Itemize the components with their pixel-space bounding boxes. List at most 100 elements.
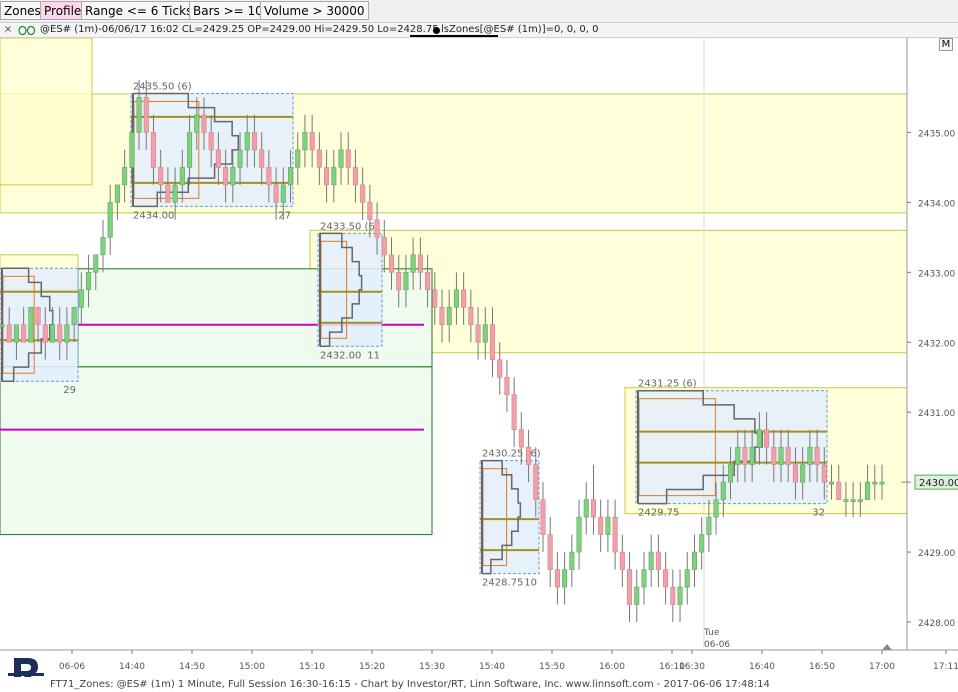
time-tick-label: 15:20 xyxy=(359,662,385,672)
candle-body xyxy=(165,184,171,203)
zones-button[interactable]: Zones xyxy=(0,1,45,20)
candle-body xyxy=(266,167,272,186)
bars-filter-button[interactable]: Bars >= 10 xyxy=(189,1,267,20)
candle-body xyxy=(280,184,286,203)
candle-body xyxy=(259,149,265,168)
candle-body xyxy=(223,167,229,186)
time-tick-label: 15:40 xyxy=(479,662,505,672)
chart-menu-button[interactable]: M xyxy=(939,38,953,51)
candle-body xyxy=(655,551,661,570)
candle xyxy=(670,569,676,623)
candle-body xyxy=(583,499,589,518)
candle-body xyxy=(244,132,250,151)
candle-body xyxy=(843,499,849,502)
candle-body xyxy=(417,254,423,273)
candle-body xyxy=(13,324,19,343)
profile-low-label: 2432.00 xyxy=(320,350,361,361)
candle xyxy=(562,552,568,605)
candle-body xyxy=(598,516,604,535)
candle-body xyxy=(699,534,705,553)
candle xyxy=(648,534,654,588)
toolbar: Zones Profile Range <= 6 Ticks Bars >= 1… xyxy=(0,0,958,22)
candle-body xyxy=(706,516,712,535)
candle-body xyxy=(208,132,214,151)
candle-body xyxy=(425,272,431,291)
candle-body xyxy=(792,464,798,483)
close-icon[interactable]: × xyxy=(3,23,13,37)
candle-body xyxy=(309,132,315,151)
candle xyxy=(598,499,604,553)
profile-low-label: 2428.75 xyxy=(482,578,523,589)
candle-body xyxy=(590,499,597,518)
candle-body xyxy=(381,237,387,256)
candle-body xyxy=(461,289,467,308)
candle-body xyxy=(619,551,625,570)
candle-body xyxy=(612,516,618,553)
candle-body xyxy=(727,464,734,483)
price-tick-label: 2433.00 xyxy=(918,269,955,279)
candle-body xyxy=(215,149,221,168)
candle-body xyxy=(475,324,481,343)
profile-high-label: 2435.50 (6) xyxy=(133,81,192,92)
candle-body xyxy=(35,306,41,326)
last-price-label: 2430.00 xyxy=(919,478,958,489)
candle-body xyxy=(410,254,416,273)
chart-info-bar: × @ES# (1m)-06/06/17 16:02 CL=2429.25 OP… xyxy=(0,22,958,38)
zone-yellow xyxy=(0,38,93,186)
candle xyxy=(663,552,669,605)
candle-body xyxy=(179,167,185,186)
volume-filter-button[interactable]: Volume > 30000 xyxy=(260,1,369,20)
candle-body xyxy=(187,132,193,168)
candle xyxy=(28,306,34,343)
candle-body xyxy=(439,306,445,326)
candle xyxy=(504,359,510,413)
candle-body xyxy=(554,569,560,588)
day-marker-label: 06-06 xyxy=(704,640,730,650)
candle xyxy=(684,552,690,605)
price-chart[interactable]: 2435.50 (6)2434.00 272433.50 (6)2432.00 11… xyxy=(0,38,958,677)
candle-body xyxy=(771,446,777,465)
candle-body xyxy=(764,429,770,448)
candle-body xyxy=(114,184,120,203)
indicator-dot-icon xyxy=(433,27,440,34)
candle xyxy=(590,464,597,535)
price-tick-label: 2432.00 xyxy=(918,339,955,349)
price-tick-label: 2429.00 xyxy=(918,549,955,559)
time-tick-label: 15:10 xyxy=(299,662,325,672)
candle-body xyxy=(497,359,503,378)
candle-body xyxy=(338,149,344,168)
candle-body xyxy=(396,272,402,291)
candle-body xyxy=(648,551,654,570)
candle-body xyxy=(828,481,835,485)
candle-body xyxy=(814,446,820,465)
candle-body xyxy=(100,237,106,256)
candle-body xyxy=(533,464,539,500)
time-tick-label: 16:30 xyxy=(679,662,705,672)
candle xyxy=(691,534,697,588)
candle-body xyxy=(756,429,762,448)
footer: FT71_Zones: @ES# (1m) 1 Minute, Full Ses… xyxy=(0,677,958,692)
visibility-toggle-icon[interactable] xyxy=(18,26,36,35)
profile-button[interactable]: Profile xyxy=(40,1,86,20)
candle xyxy=(619,534,625,588)
price-tick-label: 2431.00 xyxy=(918,409,955,419)
candle-body xyxy=(158,167,164,186)
candle-body xyxy=(143,97,149,133)
candle-body xyxy=(6,324,12,343)
range-filter-button[interactable]: Range <= 6 Ticks xyxy=(81,1,197,20)
candle-body xyxy=(287,167,294,186)
price-tick-label: 2435.00 xyxy=(918,129,955,139)
time-tick-label: 15:50 xyxy=(539,662,565,672)
indicator-readout: lsZones[@ES# (1m)]=0, 0, 0, 0 xyxy=(441,24,599,35)
candle-body xyxy=(21,324,27,343)
candle-body xyxy=(237,149,243,168)
profile-low-label: 2429.75 xyxy=(638,508,679,519)
candle-body xyxy=(251,132,257,151)
candle-body xyxy=(627,569,633,605)
candle-body xyxy=(86,272,92,291)
candle-body xyxy=(562,569,568,588)
candle-body xyxy=(785,446,791,465)
candle-body xyxy=(677,586,683,605)
candle xyxy=(641,552,647,605)
candle-body xyxy=(511,394,517,430)
